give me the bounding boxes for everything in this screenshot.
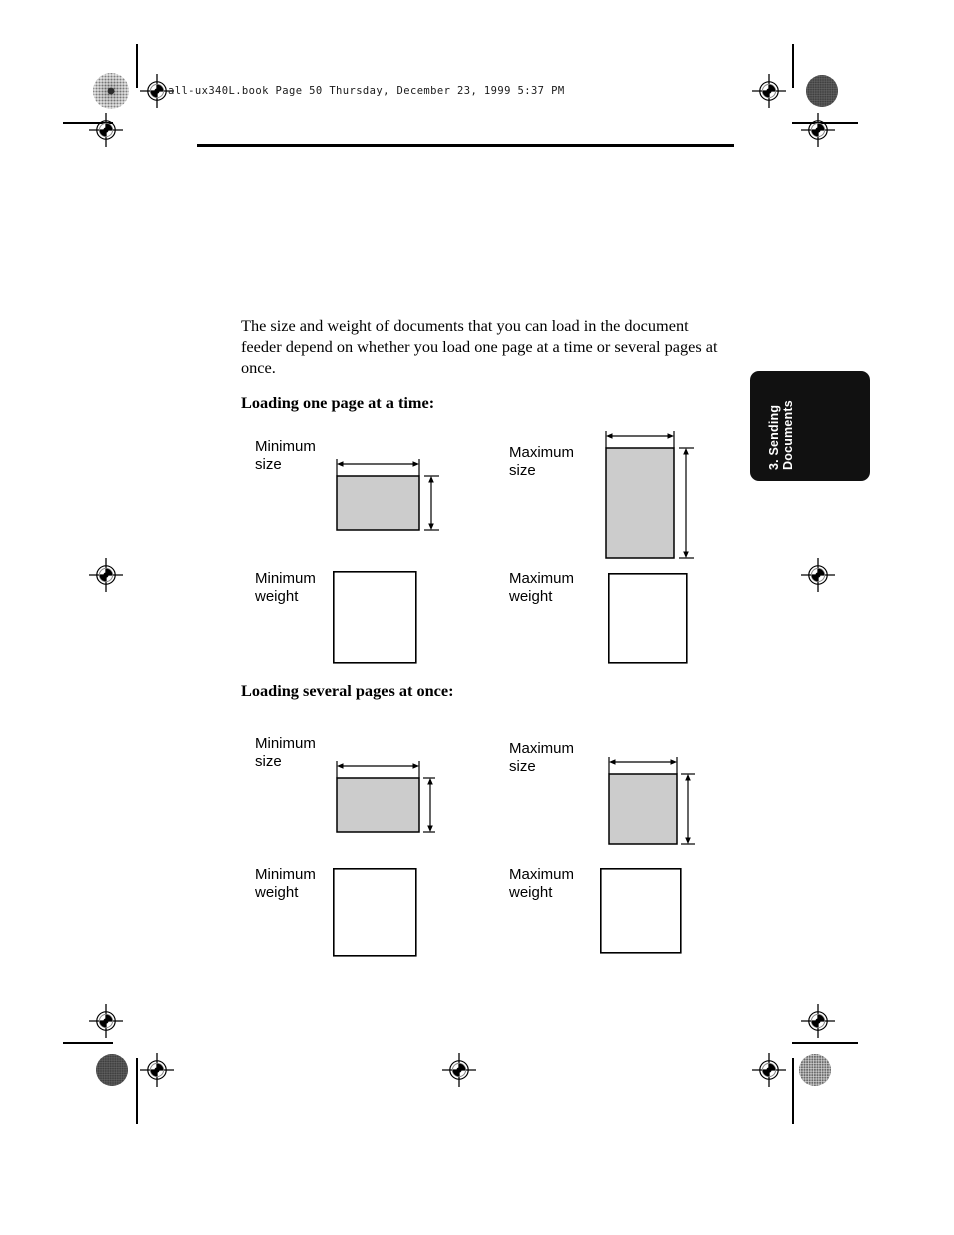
registration-crosshair-mark-left-middle: [89, 558, 123, 592]
registration-crosshair-mark-left-lower: [89, 1004, 123, 1038]
chapter-thumb-tab: 3. Sending Documents: [750, 371, 870, 481]
crop-trim-rule-right-lower-horizontal: [792, 1042, 858, 1044]
registration-crosshair-mark-bottom-left: [140, 1053, 174, 1087]
registration-crosshair-mark-left-upper: [89, 113, 123, 147]
label-maximum-size-single: Maximum size: [509, 444, 575, 479]
section-heading-loading-several-pages: Loading several pages at once:: [241, 681, 454, 700]
registration-crosshair-mark-bottom-right: [752, 1053, 786, 1087]
section-heading-loading-one-page: Loading one page at a time:: [241, 393, 435, 412]
label-minimum-weight-single: Minimum weight: [255, 570, 316, 605]
label-maximum-weight-single: Maximum weight: [509, 570, 575, 605]
chapter-thumb-tab-label: 3. Sending Documents: [767, 400, 795, 470]
registration-crosshair-mark-right-upper: [801, 113, 835, 147]
figure-minimum-weight-single: [333, 571, 417, 664]
figure-minimum-size-single: [336, 458, 440, 536]
crop-trim-rule-top-left-vertical: [136, 44, 138, 88]
halftone-density-mark-top-right: [805, 74, 839, 108]
figure-maximum-weight-multi: [600, 868, 682, 954]
halftone-density-mark-bottom-left: [95, 1053, 129, 1087]
book-file-header-line: all-ux340L.book Page 50 Thursday, Decemb…: [168, 85, 565, 97]
figure-maximum-size-multi: [608, 756, 696, 848]
crop-trim-rule-bottom-right-vertical: [792, 1058, 794, 1124]
page-header-rule: [197, 144, 734, 148]
label-minimum-size-multi: Minimum size: [255, 735, 316, 770]
label-maximum-weight-multi: Maximum weight: [509, 866, 575, 901]
halftone-density-mark: [92, 72, 130, 110]
registration-crosshair-mark-right-lower: [801, 1004, 835, 1038]
registration-crosshair-mark-bottom-center: [442, 1053, 476, 1087]
label-maximum-size-multi: Maximum size: [509, 740, 575, 775]
crop-trim-rule-top-right-vertical: [792, 44, 794, 88]
crop-trim-rule-bottom-left-vertical: [136, 1058, 138, 1124]
figure-minimum-weight-multi: [333, 868, 417, 957]
registration-crosshair-mark-top-right: [752, 74, 786, 108]
crop-trim-rule-left-lower-horizontal: [63, 1042, 113, 1044]
label-minimum-size-single: Minimum size: [255, 438, 316, 473]
registration-crosshair-mark-right-middle: [801, 558, 835, 592]
figure-maximum-weight-single: [608, 573, 688, 664]
figure-maximum-size-single: [605, 430, 695, 562]
label-minimum-weight-multi: Minimum weight: [255, 866, 316, 901]
halftone-density-mark-bottom-right: [798, 1053, 832, 1087]
figure-minimum-size-multi: [336, 760, 436, 838]
intro-paragraph: The size and weight of documents that yo…: [241, 316, 718, 377]
manual-page: all-ux340L.book Page 50 Thursday, Decemb…: [0, 0, 954, 1235]
